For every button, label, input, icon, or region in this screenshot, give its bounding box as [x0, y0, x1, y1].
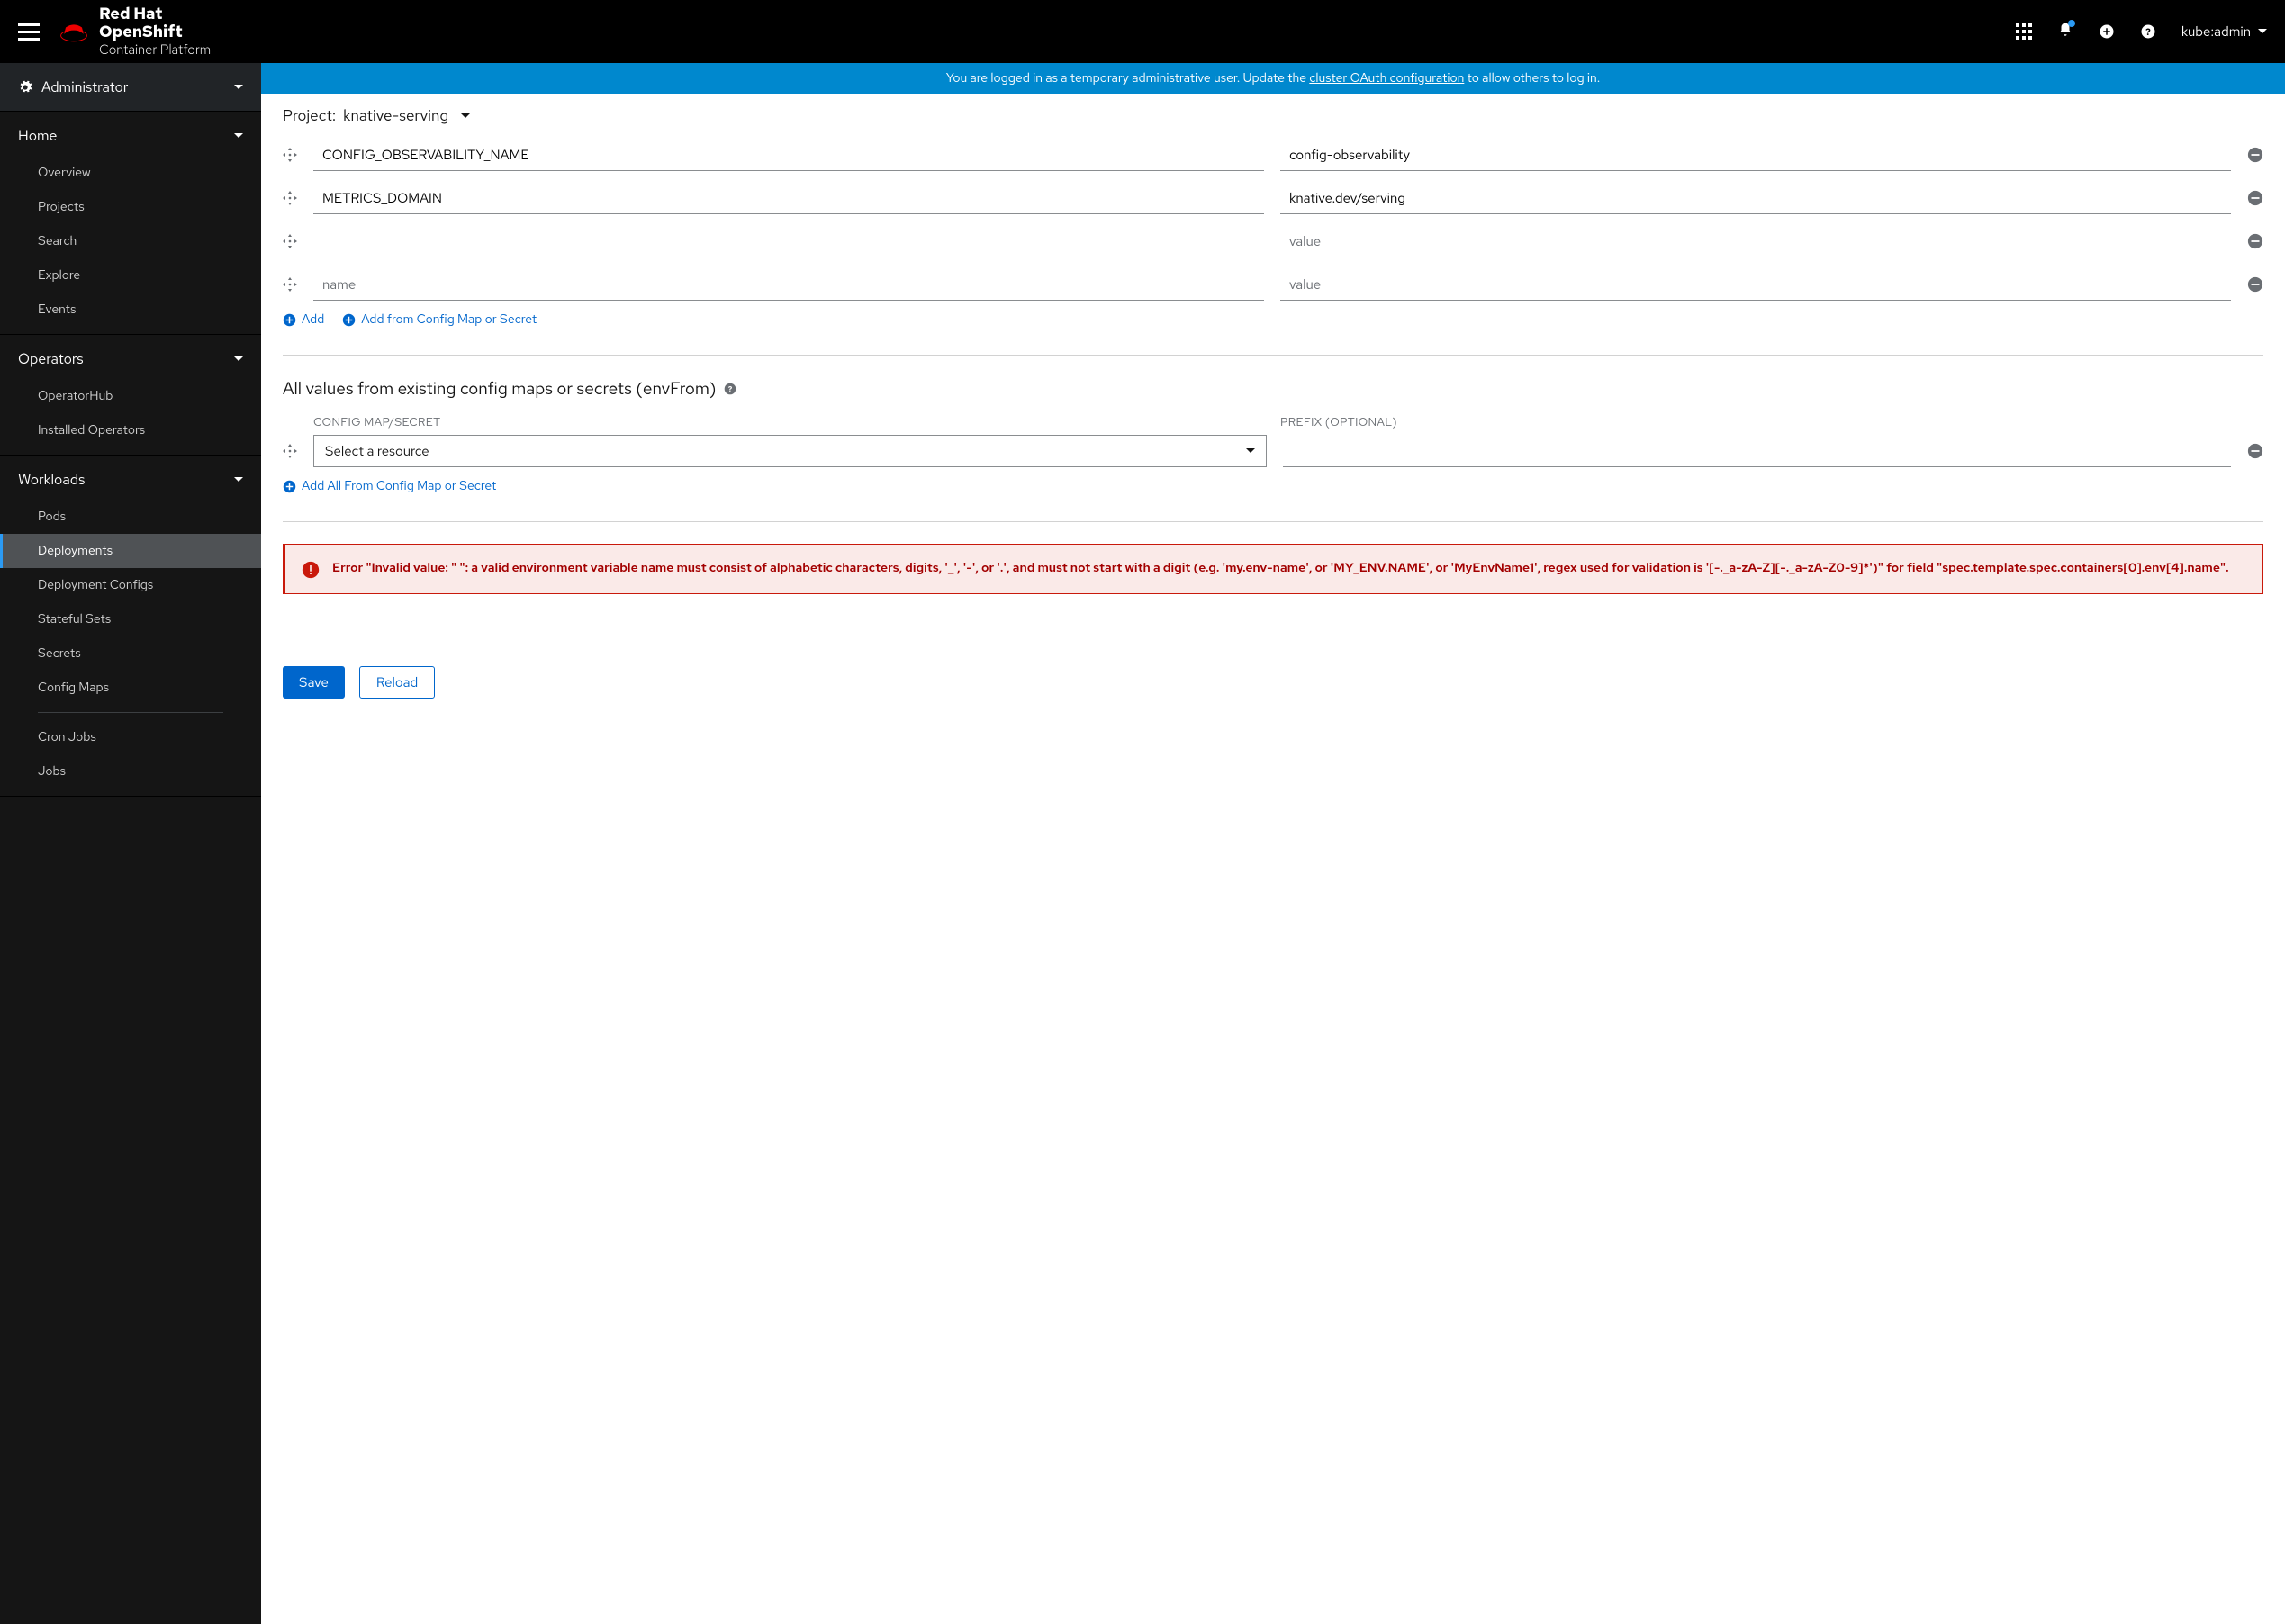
- nav-item-cron-jobs[interactable]: Cron Jobs: [0, 720, 261, 754]
- nav-item-deployments[interactable]: Deployments: [0, 534, 261, 568]
- env-name-input[interactable]: [313, 225, 1264, 257]
- remove-row-icon[interactable]: [2247, 443, 2263, 459]
- envfrom-section-title: All values from existing config maps or …: [283, 377, 2263, 400]
- project-selector[interactable]: Project: knative-serving: [261, 94, 2285, 139]
- env-value-input[interactable]: [1280, 182, 2231, 214]
- drag-handle-icon[interactable]: [283, 148, 297, 162]
- nav-item-projects[interactable]: Projects: [0, 190, 261, 224]
- main-content: You are logged in as a temporary adminis…: [261, 63, 2285, 1624]
- nav-section-operators[interactable]: Operators: [0, 335, 261, 379]
- chevron-down-icon: [234, 355, 243, 364]
- drag-handle-icon[interactable]: [283, 191, 297, 205]
- prefix-input[interactable]: [1283, 435, 2231, 467]
- remove-row-icon[interactable]: [2247, 147, 2263, 163]
- hamburger-menu-icon[interactable]: [18, 21, 40, 42]
- reload-button[interactable]: Reload: [359, 666, 435, 699]
- add-from-configmap-button[interactable]: Add from Config Map or Secret: [342, 311, 537, 328]
- error-alert: Error "Invalid value: " ": a valid envir…: [283, 544, 2263, 594]
- add-env-button[interactable]: Add: [283, 311, 324, 328]
- divider: [283, 355, 2263, 356]
- sidebar: Administrator HomeOverviewProjectsSearch…: [0, 63, 261, 1624]
- nav-item-explore[interactable]: Explore: [0, 258, 261, 293]
- user-menu[interactable]: kube:admin: [2181, 23, 2267, 41]
- project-name: knative-serving: [343, 106, 448, 126]
- drag-handle-icon[interactable]: [283, 234, 297, 248]
- nav-item-operatorhub[interactable]: OperatorHub: [0, 379, 261, 413]
- env-name-input[interactable]: [313, 182, 1264, 214]
- redhat-fedora-icon: [58, 19, 90, 44]
- env-value-input[interactable]: [1280, 139, 2231, 171]
- resource-select[interactable]: Select a resource: [313, 435, 1267, 467]
- nav-item-events[interactable]: Events: [0, 293, 261, 327]
- caret-down-icon: [461, 112, 470, 121]
- column-header-configmap: CONFIG MAP/SECRET: [313, 414, 1264, 429]
- brand-subtitle: Container Platform: [99, 42, 211, 58]
- nav-item-jobs[interactable]: Jobs: [0, 754, 261, 789]
- notifications-button[interactable]: [2057, 22, 2073, 42]
- nav-divider: [38, 712, 223, 713]
- info-banner: You are logged in as a temporary adminis…: [261, 63, 2285, 94]
- nav-item-stateful-sets[interactable]: Stateful Sets: [0, 602, 261, 636]
- nav-item-secrets[interactable]: Secrets: [0, 636, 261, 671]
- masthead: Red Hat OpenShift Container Platform kub…: [0, 0, 2285, 63]
- help-icon[interactable]: [2140, 23, 2156, 40]
- env-var-row: [283, 268, 2263, 301]
- error-message: Error "Invalid value: " ": a valid envir…: [332, 559, 2229, 579]
- divider: [283, 521, 2263, 522]
- env-name-input[interactable]: [313, 268, 1264, 301]
- nav-item-pods[interactable]: Pods: [0, 500, 261, 534]
- add-all-from-button[interactable]: Add All From Config Map or Secret: [283, 478, 496, 494]
- chevron-down-icon: [234, 131, 243, 140]
- nav-item-overview[interactable]: Overview: [0, 156, 261, 190]
- plus-circle-icon: [283, 480, 296, 493]
- env-var-row: [283, 225, 2263, 257]
- nav-item-installed-operators[interactable]: Installed Operators: [0, 413, 261, 447]
- brand-vendor: Red Hat: [99, 4, 162, 24]
- save-button[interactable]: Save: [283, 666, 345, 699]
- caret-down-icon: [1246, 447, 1255, 456]
- drag-handle-icon[interactable]: [283, 277, 297, 292]
- gear-icon: [18, 80, 32, 95]
- oauth-config-link[interactable]: cluster OAuth configuration: [1309, 70, 1464, 86]
- env-var-row: [283, 139, 2263, 171]
- brand-product: OpenShift: [99, 22, 183, 42]
- remove-row-icon[interactable]: [2247, 233, 2263, 249]
- nav-item-search[interactable]: Search: [0, 224, 261, 258]
- error-icon: [302, 561, 320, 579]
- brand-logo[interactable]: Red Hat OpenShift Container Platform: [58, 5, 211, 59]
- plus-circle-icon: [342, 313, 356, 327]
- plus-circle-icon: [283, 313, 296, 327]
- nav-section-home[interactable]: Home: [0, 112, 261, 156]
- nav-section-workloads[interactable]: Workloads: [0, 456, 261, 500]
- import-icon[interactable]: [2099, 23, 2115, 40]
- notification-dot: [2068, 20, 2075, 27]
- nav-item-config-maps[interactable]: Config Maps: [0, 671, 261, 705]
- env-value-input[interactable]: [1280, 268, 2231, 301]
- username: kube:admin: [2181, 23, 2251, 41]
- column-header-prefix: PREFIX (OPTIONAL): [1280, 414, 2231, 429]
- drag-handle-icon[interactable]: [283, 444, 297, 458]
- chevron-down-icon: [234, 475, 243, 484]
- perspective-switcher[interactable]: Administrator: [0, 63, 261, 112]
- remove-row-icon[interactable]: [2247, 190, 2263, 206]
- env-name-input[interactable]: [313, 139, 1264, 171]
- nav-item-deployment-configs[interactable]: Deployment Configs: [0, 568, 261, 602]
- env-value-input[interactable]: [1280, 225, 2231, 257]
- help-icon[interactable]: [724, 383, 736, 395]
- perspective-label: Administrator: [41, 77, 128, 96]
- caret-down-icon: [2258, 27, 2267, 36]
- caret-down-icon: [234, 83, 243, 92]
- remove-row-icon[interactable]: [2247, 276, 2263, 293]
- env-var-row: [283, 182, 2263, 214]
- app-launcher-icon[interactable]: [2016, 23, 2032, 40]
